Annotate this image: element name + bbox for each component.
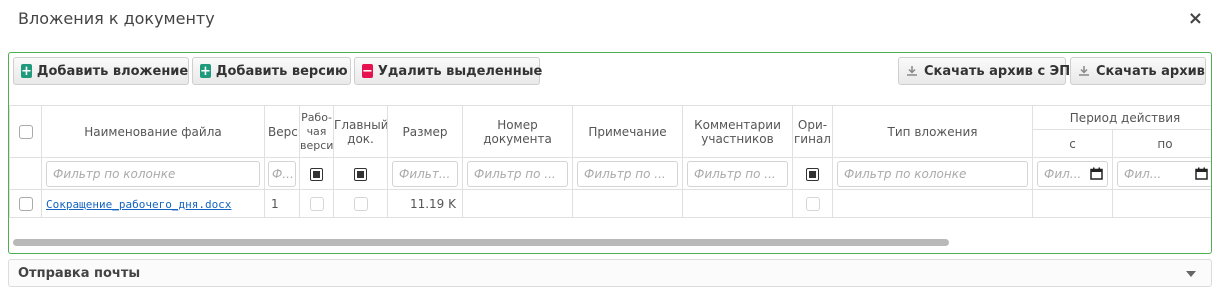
header-original[interactable]: Ори- гинал [792,105,833,158]
header-from[interactable]: с [1032,129,1113,158]
row-working-version-checkbox[interactable] [309,196,324,211]
download-archive-label: Скачать архив [1096,63,1205,79]
file-name-link[interactable]: Сокращение_рабочего_дня.docx [43,198,231,211]
row-participants-comments [682,189,793,218]
plus-icon: + [200,63,211,79]
header-working-version[interactable]: Рабо- чая версия [299,105,334,158]
add-version-button[interactable]: + Добавить версию [192,57,351,85]
header-file-name[interactable]: Наименование файла [41,105,265,158]
header-validity-period: Период действия [1032,105,1211,130]
calendar-icon[interactable] [1195,167,1208,180]
header-main-doc[interactable]: Главный док. [333,105,388,158]
header-size[interactable]: Размер [387,105,463,158]
header-participants-comments[interactable]: Комментарии участников [682,105,793,158]
select-all-checkbox[interactable] [18,124,33,139]
filter-size[interactable]: Фильт... [392,160,458,187]
table-row[interactable]: Сокращение_рабочего_дня.docx 1 11.19 K [9,189,1211,218]
row-note [572,189,683,218]
select-all-cell [9,105,42,158]
add-attachment-label: Добавить вложение [36,63,189,79]
filter-note[interactable]: Фильтр по ... [577,160,678,187]
row-original-checkbox[interactable] [805,196,820,211]
filter-from-placeholder: Фил... [1044,166,1082,181]
download-archive-ep-label: Скачать архив с ЭП [924,63,1071,79]
download-archive-button[interactable]: Скачать архив [1070,57,1206,85]
filter-attachment-type[interactable]: Фильтр по колонке [837,160,1028,187]
plus-icon: + [21,63,32,79]
header-version[interactable]: Версия [264,105,300,158]
filter-version[interactable]: Ф... [268,160,296,187]
minus-icon: − [362,63,373,79]
filter-doc-number[interactable]: Фильтр по ... [467,160,568,187]
row-attachment-type [832,189,1033,218]
filter-original-checkbox[interactable] [806,167,819,181]
delete-selected-label: Удалить выделенные [377,63,543,79]
header-doc-number[interactable]: Номер документа [462,105,573,158]
calendar-icon[interactable] [1090,167,1103,180]
delete-selected-button[interactable]: − Удалить выделенные [354,57,543,85]
row-main-doc-checkbox[interactable] [353,196,368,211]
row-to [1112,189,1211,218]
filter-participants-comments[interactable]: Фильтр по ... [687,160,788,187]
filter-row: Фильтр по колонке Ф... Фильт... Фильтр п… [9,157,1211,190]
dialog-title: Вложения к документу [18,9,215,28]
horizontal-scrollbar[interactable] [13,239,1209,247]
download-archive-ep-button[interactable]: Скачать архив с ЭП [898,57,1070,85]
filter-to-placeholder: Фил... [1124,166,1162,181]
attachments-panel: + Добавить вложение + Добавить версию − … [8,52,1212,254]
row-doc-number [462,189,573,218]
download-icon [1078,65,1090,77]
header-attachment-type[interactable]: Тип вложения [832,105,1033,158]
mail-section-title: Отправка почты [18,265,141,281]
filter-main-doc-checkbox[interactable] [354,167,367,181]
filter-file-name[interactable]: Фильтр по колонке [46,160,260,187]
chevron-down-icon[interactable] [1186,271,1196,277]
row-select-checkbox[interactable] [18,196,33,211]
row-from [1032,189,1113,218]
row-version: 1 [264,189,300,218]
filter-working-version-checkbox[interactable] [310,167,323,181]
download-icon [906,65,918,77]
mail-section-header[interactable]: Отправка почты [8,259,1212,287]
add-version-label: Добавить версию [215,63,348,79]
header-to[interactable]: по [1112,129,1211,158]
attachments-table: Наименование файла Версия Рабо- чая верс… [9,105,1211,218]
close-icon[interactable]: × [1188,8,1203,29]
filter-to[interactable]: Фил... [1117,160,1211,187]
filter-from[interactable]: Фил... [1037,160,1108,187]
header-note[interactable]: Примечание [572,105,683,158]
row-size: 11.19 K [387,189,463,218]
add-attachment-button[interactable]: + Добавить вложение [13,57,189,85]
scrollbar-thumb[interactable] [13,239,949,246]
toolbar: + Добавить вложение + Добавить версию − … [9,53,1211,105]
